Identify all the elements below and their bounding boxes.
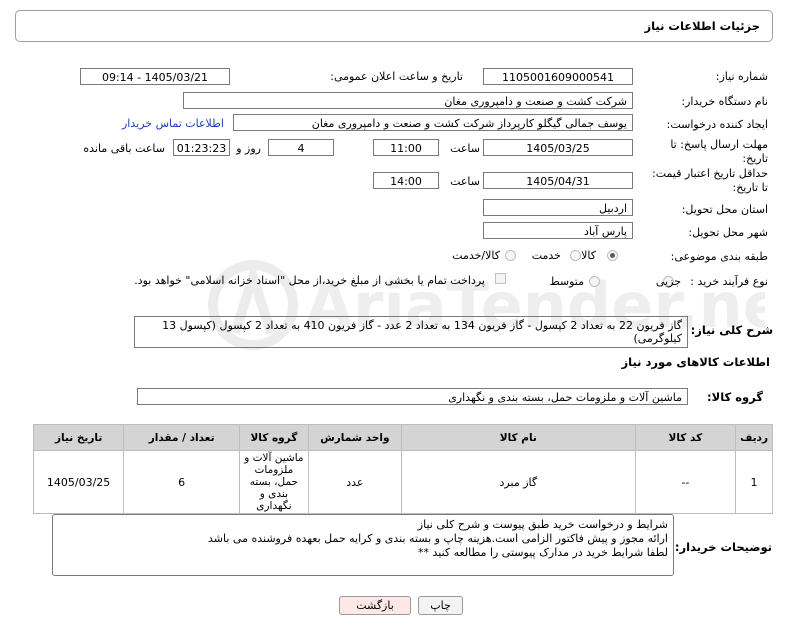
buyer-contact-link[interactable]: اطلاعات تماس خریدار <box>122 117 224 130</box>
buyer-notes-textbox[interactable]: شرایط و درخواست خرید طبق پیوست و شرح کلی… <box>52 514 674 576</box>
process-label: نوع فرآیند خرید : <box>690 275 768 288</box>
price-validity-label-line2: تا تاریخ: <box>732 181 768 194</box>
announce-datetime-field[interactable]: 1405/03/21 - 09:14 <box>80 68 230 85</box>
col-header-qty: تعداد / مقدار <box>123 424 241 451</box>
send-deadline-label-line1: مهلت ارسال پاسخ: تا <box>670 138 768 151</box>
items-table-header-row: ردیف کد کالا نام کالا واحد شمارش گروه کا… <box>32 424 773 451</box>
buyer-org-field[interactable]: شرکت کشت و صنعت و دامپروری مغان <box>183 92 633 109</box>
cell-group: ماشین آلات و ملزومات حمل، بسته بندی و نگ… <box>239 450 309 514</box>
cell-row-number: 1 <box>735 450 773 514</box>
send-deadline-time-field[interactable]: 11:00 <box>373 139 439 156</box>
treasury-payment-note: پرداخت تمام یا بخشی از مبلغ خرید،از محل … <box>134 274 485 287</box>
cell-name: گاز مبرد <box>400 450 636 514</box>
goods-group-field[interactable]: ماشین آلات و ملزومات حمل، بسته بندی و نگ… <box>137 388 688 405</box>
description-text: گاز فریون 22 به تعداد 2 کپسول - گاز فریو… <box>162 319 682 345</box>
need-number-label: شماره نیاز: <box>715 70 768 83</box>
cell-code: -- <box>634 450 737 514</box>
col-header-group: گروه کالا <box>239 424 309 451</box>
province-label: استان محل تحویل: <box>681 203 768 216</box>
province-field[interactable]: اردبیل <box>483 199 633 216</box>
buyer-notes-line: لطفا شرایط خرید در مدارک پیوستی را مطالع… <box>417 546 668 559</box>
category-radio-service[interactable] <box>570 250 581 261</box>
send-deadline-label-line2: تاریخ: <box>742 152 768 165</box>
description-textbox[interactable]: گاز فریون 22 به تعداد 2 کپسول - گاز فریو… <box>134 316 688 348</box>
send-deadline-date-field[interactable]: 1405/03/25 <box>483 139 633 156</box>
price-validity-time-label: ساعت <box>450 175 480 188</box>
requester-field[interactable]: یوسف جمالی گیگلو کارپرداز شرکت کشت و صنع… <box>233 114 633 131</box>
buyer-notes-label: توضیحات خریدار: <box>674 540 772 554</box>
page-title: جزئیات اطلاعات نیاز <box>644 19 760 33</box>
cell-qty: 6 <box>123 450 241 514</box>
announce-datetime-label: تاریخ و ساعت اعلان عمومی: <box>330 70 463 83</box>
print-button[interactable]: چاپ <box>418 596 463 615</box>
price-validity-time-field[interactable]: 14:00 <box>373 172 439 189</box>
category-option-goods: کالا <box>581 249 596 262</box>
category-option-goods-service: کالا/خدمت <box>452 249 500 262</box>
category-radio-goods[interactable] <box>607 250 618 261</box>
category-radio-goods-service[interactable] <box>505 250 516 261</box>
col-header-date: تاریخ نیاز <box>32 424 125 451</box>
treasury-payment-checkbox[interactable] <box>495 273 506 284</box>
requester-label: ایجاد کننده درخواست: <box>666 118 768 131</box>
days-remaining-field[interactable]: 4 <box>268 139 334 156</box>
description-label: شرح کلی نیاز: <box>690 323 773 337</box>
header-panel: جزئیات اطلاعات نیاز <box>15 10 773 42</box>
process-option-minor: جزیی <box>655 275 681 288</box>
city-label: شهر محل تحویل: <box>688 226 768 239</box>
goods-group-label: گروه کالا: <box>707 390 763 404</box>
col-header-unit: واحد شمارش <box>307 424 402 451</box>
cell-unit: عدد <box>307 450 402 514</box>
process-radio-medium[interactable] <box>589 276 600 287</box>
col-header-row-number: ردیف <box>735 424 773 451</box>
col-header-code: کد کالا <box>634 424 737 451</box>
buyer-org-label: نام دستگاه خریدار: <box>681 95 768 108</box>
price-validity-date-field[interactable]: 1405/04/31 <box>483 172 633 189</box>
process-option-medium: متوسط <box>549 275 584 288</box>
buyer-notes-line: ارائه مجوز و پیش فاکتور الزامی است.هزینه… <box>208 532 668 545</box>
col-header-name: نام کالا <box>400 424 636 451</box>
need-number-field[interactable]: 1105001609000541 <box>483 68 633 85</box>
category-label: طبقه بندی موضوعی: <box>670 250 768 263</box>
goods-section-title: اطلاعات کالاهای مورد نیاز <box>621 355 770 369</box>
city-field[interactable]: پارس آباد <box>483 222 633 239</box>
back-button[interactable]: بازگشت <box>339 596 411 615</box>
table-row[interactable]: 1 -- گاز مبرد عدد ماشین آلات و ملزومات ح… <box>32 450 773 514</box>
category-option-service: خدمت <box>531 249 561 262</box>
time-remaining-field[interactable]: 01:23:23 <box>173 139 230 156</box>
items-table: ردیف کد کالا نام کالا واحد شمارش گروه کا… <box>32 424 773 514</box>
days-label: روز و <box>236 142 261 155</box>
price-validity-label-line1: حداقل تاریخ اعتبار قیمت: <box>652 167 768 180</box>
time-remaining-label: ساعت باقی مانده <box>83 142 165 155</box>
buyer-notes-line: شرایط و درخواست خرید طبق پیوست و شرح کلی… <box>417 518 668 531</box>
cell-date: 1405/03/25 <box>32 450 125 514</box>
send-deadline-time-label: ساعت <box>450 142 480 155</box>
